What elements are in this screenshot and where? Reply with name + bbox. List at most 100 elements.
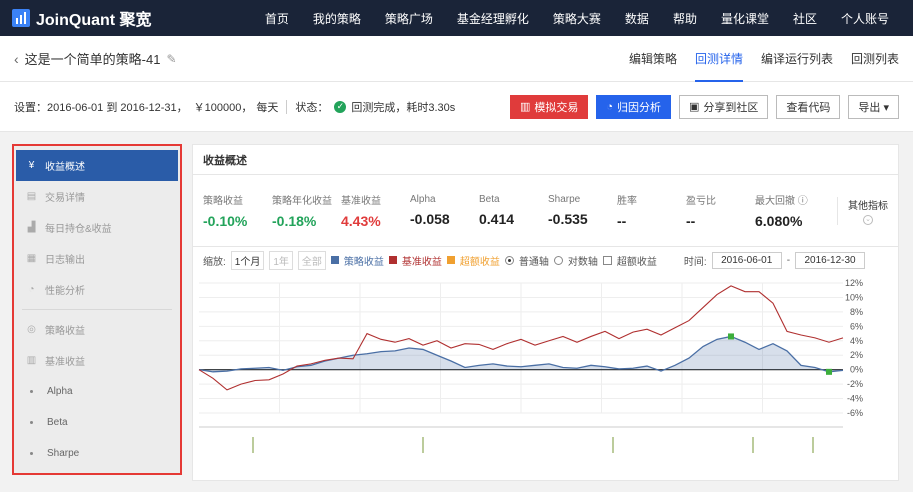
bullet-icon bbox=[30, 452, 33, 455]
status-label: 状态： bbox=[295, 101, 329, 114]
nav-menu: 首页 我的策略 策略广场 基金经理孵化 策略大赛 数据 帮助 量化课堂 社区 个… bbox=[253, 10, 901, 27]
date-dash: - bbox=[786, 254, 791, 266]
nav-data[interactable]: 数据 bbox=[613, 10, 661, 27]
excess-return-checkbox[interactable] bbox=[602, 255, 612, 265]
sidebar-item-sharpe[interactable]: Sharpe bbox=[16, 438, 178, 469]
y-tick-label: -6% bbox=[847, 408, 863, 418]
metric-profit-loss-ratio: 盈亏比 -- bbox=[686, 192, 755, 229]
sidebar-item-daily-positions[interactable]: ▟ 每日持仓&收益 bbox=[16, 212, 178, 243]
share-to-community-button[interactable]: ▣ 分享到社区 bbox=[679, 94, 769, 119]
pie-chart-icon: ◔ bbox=[606, 100, 614, 113]
yen-icon: ¥ bbox=[28, 160, 35, 171]
metric-label: Beta bbox=[479, 194, 500, 205]
action-buttons: ▥ 模拟交易 ◔ 归因分析 ▣ 分享到社区 查看代码 导出 ▾ bbox=[509, 94, 899, 119]
sidebar-label: 交易详情 bbox=[45, 193, 85, 204]
tab-edit-strategy[interactable]: 编辑策略 bbox=[629, 36, 677, 82]
legend-excess-swatch[interactable] bbox=[446, 256, 455, 264]
sidebar-item-trade-details[interactable]: ▤ 交易详情 bbox=[16, 181, 178, 212]
edit-pencil-icon[interactable]: ✎ bbox=[166, 52, 176, 66]
metric-label: 最大回撤 ⓘ bbox=[755, 196, 808, 207]
export-dropdown[interactable]: 导出 ▾ bbox=[848, 94, 899, 119]
logo-text: JoinQuant 聚宽 bbox=[36, 12, 152, 29]
metric-label: 基准收益 bbox=[341, 196, 381, 207]
legend-strategy-label[interactable]: 策略收益 bbox=[344, 253, 384, 268]
metric-label: 盈亏比 bbox=[686, 196, 716, 207]
nav-my-strategies[interactable]: 我的策略 bbox=[301, 10, 373, 27]
metric-benchmark-return: 基准收益 4.43% bbox=[341, 192, 410, 229]
sidebar-label: Alpha bbox=[47, 386, 73, 397]
simulate-trade-button[interactable]: ▥ 模拟交易 bbox=[509, 94, 589, 119]
start-date-input[interactable]: 2016-06-01 bbox=[711, 251, 782, 269]
legend-excess-label[interactable]: 超额收益 bbox=[460, 253, 500, 268]
settings-range: 2016-06-01 到 2016-12-31， bbox=[47, 101, 188, 114]
joinquant-logo[interactable]: JoinQuant 聚宽 bbox=[12, 6, 152, 30]
linear-axis-radio[interactable] bbox=[504, 255, 514, 265]
y-tick-label: 10% bbox=[845, 292, 863, 302]
metric-label: Sharpe bbox=[548, 194, 581, 205]
y-tick-label: 2% bbox=[850, 350, 863, 360]
sidebar-item-benchmark-returns[interactable]: ▥ 基准收益 bbox=[16, 345, 178, 376]
nav-home[interactable]: 首页 bbox=[253, 10, 301, 27]
metric-value: -0.18% bbox=[272, 213, 317, 229]
nav-help[interactable]: 帮助 bbox=[661, 10, 709, 27]
metric-value: 4.43% bbox=[341, 213, 381, 229]
metric-value: -- bbox=[617, 213, 627, 229]
sidebar-item-beta[interactable]: Beta bbox=[16, 407, 178, 438]
chat-bubble-icon: ▣ bbox=[689, 101, 700, 113]
back-icon[interactable]: ‹ bbox=[14, 51, 19, 67]
legend-strategy-swatch[interactable] bbox=[330, 256, 339, 264]
y-tick-label: -4% bbox=[847, 394, 863, 404]
legend-benchmark-label[interactable]: 基准收益 bbox=[402, 253, 442, 268]
view-code-button[interactable]: 查看代码 bbox=[776, 94, 841, 119]
legend-benchmark-swatch[interactable] bbox=[388, 256, 397, 264]
metric-sharpe: Sharpe -0.535 bbox=[548, 194, 617, 227]
zoom-1-month-button[interactable]: 1个月 bbox=[230, 250, 265, 270]
metric-annual-return: 策略年化收益 -0.18% bbox=[272, 192, 341, 229]
sidebar-item-performance[interactable]: ◔ 性能分析 bbox=[16, 274, 178, 305]
other-metrics-label: 其他指标 bbox=[848, 200, 888, 212]
sidebar-item-alpha[interactable]: Alpha bbox=[16, 376, 178, 407]
marker-point bbox=[826, 368, 832, 375]
nav-fund-manager[interactable]: 基金经理孵化 bbox=[445, 10, 541, 27]
attribution-button[interactable]: ◔ 归因分析 bbox=[596, 94, 672, 119]
bar-chart-icon: ▥ bbox=[519, 101, 531, 113]
tab-compile-run-list[interactable]: 编译运行列表 bbox=[761, 36, 833, 82]
nav-account[interactable]: 个人账号 bbox=[829, 10, 901, 27]
nav-strategy-square[interactable]: 策略广场 bbox=[373, 10, 445, 27]
y-tick-label: 0% bbox=[850, 365, 863, 375]
sidebar-label: 基准收益 bbox=[45, 357, 85, 368]
metric-value: -0.058 bbox=[410, 211, 450, 227]
y-tick-label: 8% bbox=[850, 307, 863, 317]
nav-community[interactable]: 社区 bbox=[781, 10, 829, 27]
metric-label: Alpha bbox=[410, 194, 436, 205]
strategy-tabs: 编辑策略 回测详情 编译运行列表 回测列表 bbox=[629, 36, 899, 82]
zoom-1-year-button[interactable]: 1年 bbox=[269, 250, 293, 270]
lightbulb-icon: ◎ bbox=[27, 324, 36, 335]
other-metrics-button[interactable]: 其他指标 ⌄ bbox=[837, 196, 888, 225]
nav-contest[interactable]: 策略大赛 bbox=[541, 10, 613, 27]
metric-value: 0.414 bbox=[479, 211, 515, 227]
help-icon[interactable]: ⓘ bbox=[798, 196, 808, 207]
log-axis-radio[interactable] bbox=[553, 255, 563, 265]
time-label: 时间: bbox=[683, 256, 707, 268]
zoom-all-button[interactable]: 全部 bbox=[297, 250, 326, 270]
metric-value: -- bbox=[686, 213, 696, 229]
metric-max-drawdown: 最大回撤 ⓘ 6.080% bbox=[755, 192, 824, 229]
nav-quant-class[interactable]: 量化课堂 bbox=[709, 10, 781, 27]
check-circle-icon: ✓ bbox=[334, 100, 347, 113]
settings-label: 设置： bbox=[14, 101, 47, 114]
sidebar-item-returns-overview[interactable]: ¥ 收益概述 bbox=[16, 150, 178, 181]
metric-value: -0.535 bbox=[548, 211, 588, 227]
settings-capital: ￥100000， bbox=[193, 101, 253, 114]
tab-backtest-list[interactable]: 回测列表 bbox=[851, 36, 899, 82]
tab-backtest-details[interactable]: 回测详情 bbox=[694, 36, 743, 82]
logo-icon bbox=[12, 9, 30, 27]
sidebar-item-log-output[interactable]: ▦ 日志输出 bbox=[16, 243, 178, 274]
metric-label: 策略年化收益 bbox=[272, 196, 332, 207]
sidebar-item-strategy-returns[interactable]: ◎ 策略收益 bbox=[16, 314, 178, 345]
end-date-input[interactable]: 2016-12-30 bbox=[795, 251, 866, 269]
metric-value: 6.080% bbox=[755, 213, 803, 229]
sidebar-divider bbox=[22, 309, 172, 310]
divider bbox=[286, 99, 288, 114]
excess-return-label: 超额收益 bbox=[616, 256, 657, 268]
